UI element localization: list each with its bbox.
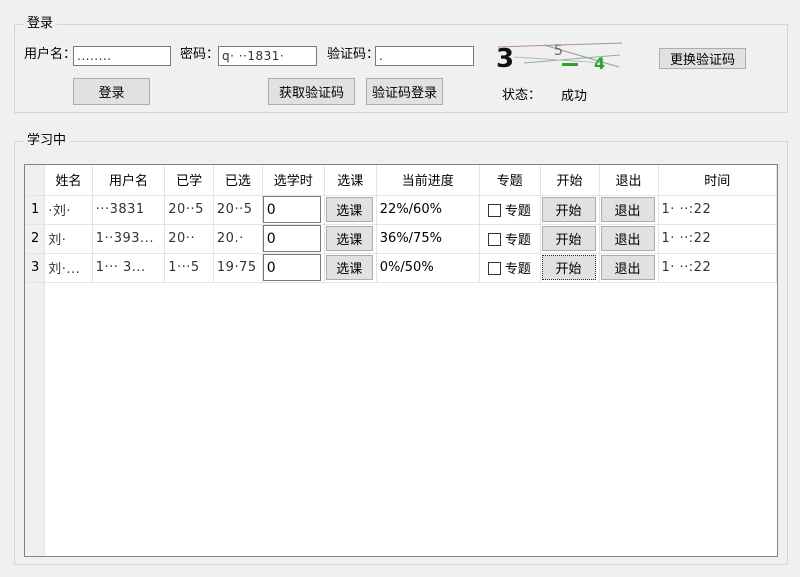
cell-topic: 专题 (479, 195, 541, 225)
study-table: 姓名 用户名 已学 已选 选学时 选课 当前进度 专题 开始 退出 时间 1 ·… (25, 165, 777, 283)
col-header-name[interactable]: 姓名 (44, 165, 93, 196)
select-course-button[interactable]: 选课 (325, 197, 373, 222)
cell-selected: 20.· (213, 224, 263, 254)
row-index[interactable]: 1 (25, 195, 46, 225)
cell-exit: 退出 (599, 195, 659, 225)
cell-hours (262, 253, 325, 283)
col-header-start[interactable]: 开始 (540, 165, 600, 196)
captcha-label: 验证码： (327, 47, 380, 62)
topic-checkbox-label[interactable]: 专题 (505, 233, 531, 248)
cell-name: 刘·... (44, 253, 93, 283)
cell-studied: 1···5 (164, 253, 214, 283)
cell-hours (262, 224, 325, 254)
topic-checkbox[interactable] (487, 233, 501, 246)
col-header-exit[interactable]: 退出 (599, 165, 659, 196)
refresh-captcha-button[interactable]: 更换验证码 (659, 48, 746, 69)
start-button[interactable]: 开始 (541, 197, 596, 222)
cell-start: 开始 (540, 195, 600, 225)
col-header-studied[interactable]: 已学 (164, 165, 214, 196)
col-header-progress[interactable]: 当前进度 (376, 165, 480, 196)
cell-select: 选课 (324, 224, 377, 254)
cell-progress: 22%/60% (376, 195, 480, 225)
cell-selected: 20··5 (213, 195, 263, 225)
hours-input[interactable] (262, 196, 321, 223)
username-label: 用户名： (24, 47, 77, 62)
cell-studied: 20··5 (164, 195, 214, 225)
select-course-button[interactable]: 选课 (325, 255, 373, 280)
select-course-button[interactable]: 选课 (325, 226, 373, 251)
login-button[interactable]: 登录 (73, 78, 150, 105)
captcha-input[interactable]: . (375, 46, 474, 66)
row-index[interactable]: 3 (25, 253, 46, 283)
captcha-digit-2: 5 (554, 43, 563, 59)
col-header-time[interactable]: 时间 (658, 165, 777, 196)
login-group-title: 登录 (23, 16, 58, 32)
cell-time: 1· ··:22 (658, 195, 777, 225)
cell-studied: 20·· (164, 224, 214, 254)
start-button[interactable]: 开始 (541, 255, 596, 280)
cell-name: 刘· (44, 224, 93, 254)
cell-username: ···3831 (92, 195, 166, 225)
table-row[interactable]: 3 刘·... 1··· 3... 1···5 19·75 选课 0%/50% … (25, 253, 777, 283)
col-header-username[interactable]: 用户名 (92, 165, 166, 196)
row-index[interactable]: 2 (25, 224, 46, 254)
table-row[interactable]: 1 ·刘· ···3831 20··5 20··5 选课 22%/60% 专题 … (25, 195, 777, 225)
col-header-topic[interactable]: 专题 (479, 165, 541, 196)
cell-exit: 退出 (599, 224, 659, 254)
code-login-button[interactable]: 验证码登录 (366, 78, 443, 105)
hours-input[interactable] (262, 225, 321, 252)
cell-topic: 专题 (479, 253, 541, 283)
cell-progress: 36%/75% (376, 224, 480, 254)
cell-start: 开始 (540, 253, 600, 283)
cell-username: 1··393... (92, 224, 166, 254)
status-label: 状态： (502, 88, 542, 103)
topic-checkbox-label[interactable]: 专题 (505, 262, 531, 277)
cell-hours (262, 195, 325, 225)
cell-time: 1· ··:22 (658, 253, 777, 283)
cell-name: ·刘· (44, 195, 93, 225)
exit-button[interactable]: 退出 (600, 197, 655, 222)
captcha-digit-3: 4 (594, 54, 605, 73)
col-header-selected[interactable]: 已选 (213, 165, 263, 196)
get-code-button[interactable]: 获取验证码 (268, 78, 355, 105)
start-button[interactable]: 开始 (541, 226, 596, 251)
exit-button[interactable]: 退出 (600, 255, 655, 280)
col-header-select[interactable]: 选课 (324, 165, 377, 196)
topic-checkbox[interactable] (487, 262, 501, 275)
cell-exit: 退出 (599, 253, 659, 283)
status-value: 成功 (561, 89, 588, 104)
cell-start: 开始 (540, 224, 600, 254)
hours-input[interactable] (262, 254, 321, 281)
cell-select: 选课 (324, 195, 377, 225)
password-label: 密码： (180, 47, 220, 62)
corner-header (25, 165, 46, 196)
captcha-image[interactable]: 3 5 4 (494, 37, 624, 75)
password-input[interactable]: q· ··1831· (218, 46, 317, 66)
table-row[interactable]: 2 刘· 1··393... 20·· 20.· 选课 36%/75% 专题 开… (25, 224, 777, 254)
username-input[interactable]: ........ (73, 46, 171, 66)
study-grid: 姓名 用户名 已学 已选 选学时 选课 当前进度 专题 开始 退出 时间 1 ·… (24, 164, 778, 557)
topic-checkbox-label[interactable]: 专题 (505, 204, 531, 219)
cell-topic: 专题 (479, 224, 541, 254)
cell-progress: 0%/50% (376, 253, 480, 283)
study-group-title: 学习中 (23, 133, 71, 149)
col-header-hours[interactable]: 选学时 (262, 165, 325, 196)
header-row: 姓名 用户名 已学 已选 选学时 选课 当前进度 专题 开始 退出 时间 (25, 165, 777, 196)
cell-selected: 19·75 (213, 253, 263, 283)
cell-select: 选课 (324, 253, 377, 283)
captcha-digit-1: 3 (496, 44, 514, 74)
exit-button[interactable]: 退出 (600, 226, 655, 251)
topic-checkbox[interactable] (487, 204, 501, 217)
cell-username: 1··· 3... (92, 253, 166, 283)
cell-time: 1· ··:22 (658, 224, 777, 254)
